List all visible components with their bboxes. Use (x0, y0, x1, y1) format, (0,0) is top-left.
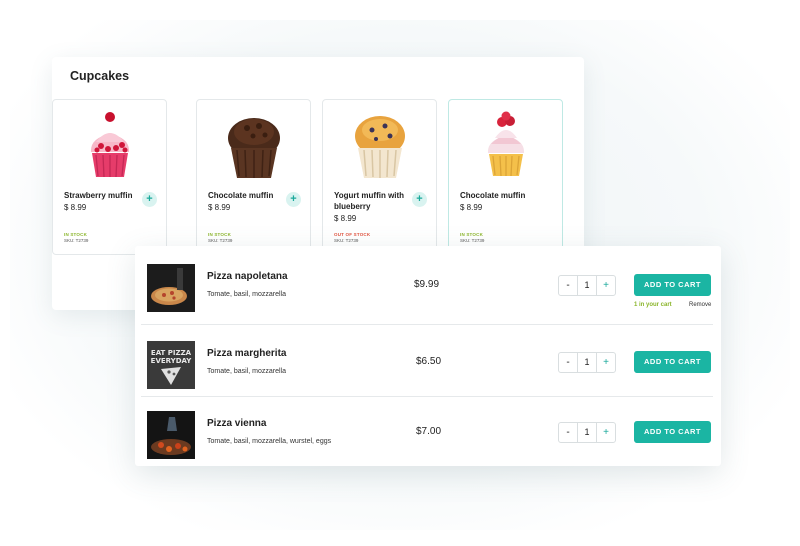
product-sku: SKU: T2739 (64, 238, 89, 243)
quantity-stepper: - 1 + (558, 352, 616, 373)
increase-button[interactable]: + (596, 353, 615, 372)
divider (141, 396, 713, 397)
pizza-vienna-image (147, 411, 195, 459)
add-to-cart-button[interactable]: ADD TO CART (634, 351, 711, 373)
pizza-list-panel: Pizza napoletana Tomate, basil, mozzarel… (135, 246, 721, 466)
decrease-button[interactable]: - (559, 423, 578, 442)
pizza-name: Pizza napoletana (207, 271, 288, 282)
quantity-value[interactable]: 1 (578, 353, 596, 372)
quantity-value[interactable]: 1 (578, 276, 596, 295)
pizza-price: $6.50 (416, 356, 442, 367)
add-button[interactable]: + (142, 192, 157, 207)
product-sku: SKU: T2739 (460, 238, 485, 243)
product-price: $ 8.99 (64, 203, 87, 212)
add-to-cart-button[interactable]: ADD TO CART (634, 274, 711, 296)
blueberry-muffin-image (355, 116, 405, 178)
decrease-button[interactable]: - (559, 276, 578, 295)
quantity-stepper: - 1 + (558, 275, 616, 296)
product-name: Chocolate muffin (208, 191, 274, 200)
product-card-strawberry-muffin[interactable]: Strawberry muffin $ 8.99 + IN STOCK SKU:… (52, 99, 167, 255)
product-name: Yogurt muffin with blueberry (334, 191, 405, 211)
quantity-value[interactable]: 1 (578, 423, 596, 442)
increase-button[interactable]: + (596, 276, 615, 295)
list-item: Pizza vienna Tomate, basil, mozzarella, … (135, 401, 721, 471)
list-item: Pizza napoletana Tomate, basil, mozzarel… (135, 254, 721, 324)
pizza-name: Pizza vienna (207, 418, 267, 429)
list-item: EAT PIZZA EVERYDAY Pizza margherita Toma… (135, 331, 721, 401)
product-card-chocolate-muffin[interactable]: Chocolate muffin $ 8.99 + IN STOCK SKU: … (196, 99, 311, 255)
pizza-price: $9.99 (414, 279, 440, 290)
stock-status: IN STOCK (460, 232, 484, 237)
product-card-yogurt-muffin[interactable]: Yogurt muffin with blueberry $ 8.99 + OU… (322, 99, 437, 255)
raspberry-cupcake-image (487, 111, 525, 177)
divider (141, 324, 713, 325)
product-price: $ 8.99 (208, 203, 231, 212)
chocolate-muffin-image (228, 118, 280, 178)
product-name: Strawberry muffin (64, 191, 133, 200)
pizza-price: $7.00 (416, 426, 442, 437)
in-cart-status: 1 in your cart (634, 302, 672, 308)
add-button[interactable]: + (286, 192, 301, 207)
pizza-description: Tomate, basil, mozzarella (207, 368, 286, 375)
product-price: $ 8.99 (460, 203, 483, 212)
add-button[interactable]: + (412, 192, 427, 207)
stock-status: IN STOCK (64, 232, 88, 237)
quantity-stepper: - 1 + (558, 422, 616, 443)
product-card-chocolate-muffin-2[interactable]: Chocolate muffin $ 8.99 IN STOCK SKU: T2… (448, 99, 563, 255)
pizza-description: Tomate, basil, mozzarella, wurstel, eggs (207, 438, 332, 445)
stock-status: OUT OF STOCK (334, 232, 371, 237)
product-name: Chocolate muffin (460, 191, 526, 200)
thumb-text-line-1: EAT PIZZA (151, 349, 192, 357)
product-price: $ 8.99 (334, 214, 357, 223)
pizza-description: Tomate, basil, mozzarella (207, 291, 286, 298)
pizza-napoletana-image (147, 264, 195, 312)
stock-status: IN STOCK (208, 232, 232, 237)
product-sku: SKU: T2739 (208, 238, 233, 243)
cupcakes-title: Cupcakes (70, 69, 130, 83)
increase-button[interactable]: + (596, 423, 615, 442)
product-sku: SKU: T2739 (334, 238, 359, 243)
pizza-name: Pizza margherita (207, 348, 287, 359)
remove-link[interactable]: Remove (689, 302, 711, 308)
thumb-text-line-2: EVERYDAY (151, 357, 193, 365)
add-to-cart-button[interactable]: ADD TO CART (634, 421, 711, 443)
decrease-button[interactable]: - (559, 353, 578, 372)
strawberry-cupcake-image (90, 112, 130, 178)
pizza-margherita-image: EAT PIZZA EVERYDAY (147, 341, 195, 389)
